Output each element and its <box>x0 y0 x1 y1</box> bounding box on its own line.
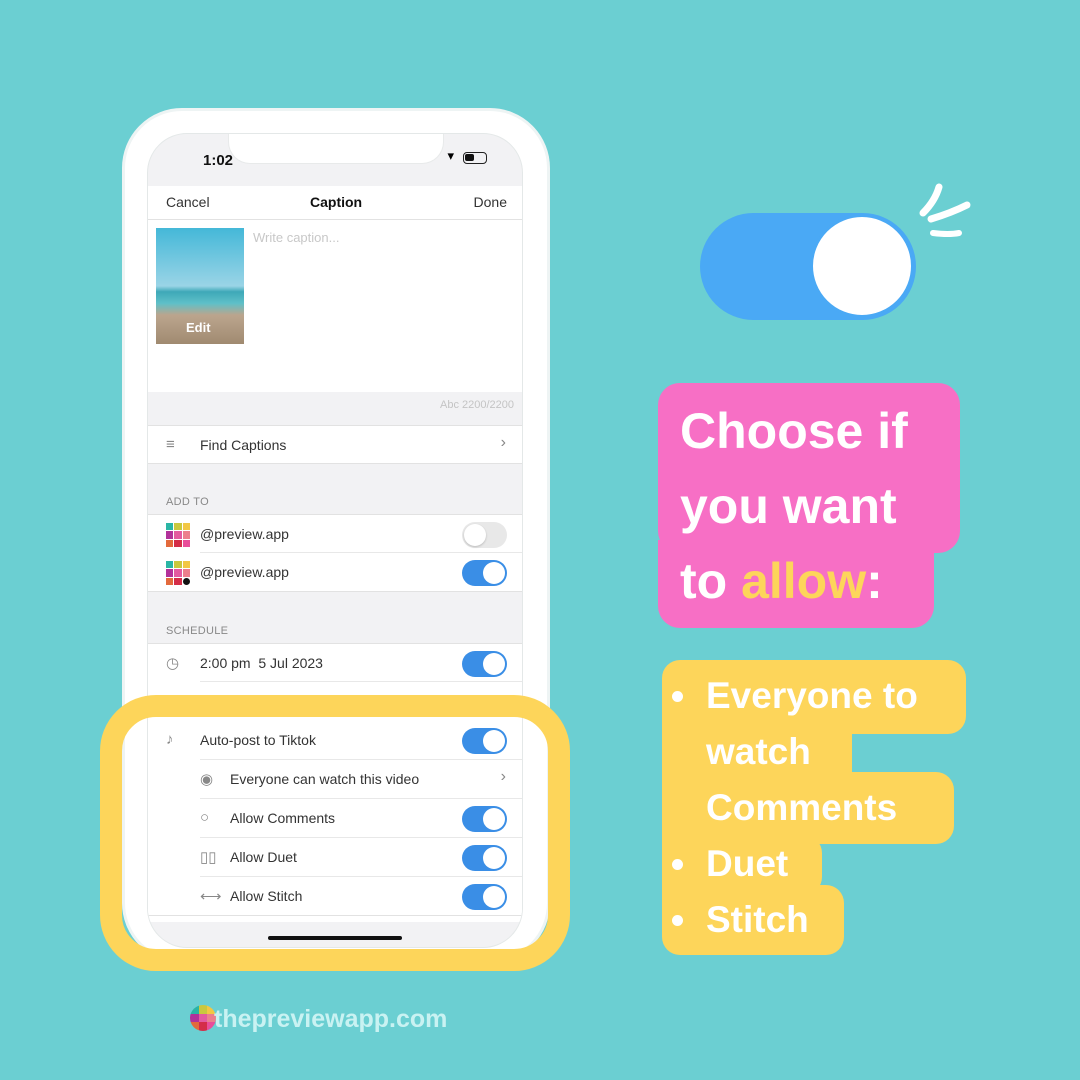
edit-label[interactable]: Edit <box>186 320 211 335</box>
character-count: Abc 2200/2200 <box>439 399 514 411</box>
splash-icon <box>919 183 971 237</box>
tiktok-toggle[interactable] <box>462 560 507 586</box>
bullet <box>672 859 683 870</box>
page-title: Caption <box>310 194 363 210</box>
chevron-right-icon: › <box>500 434 506 451</box>
bullet <box>672 915 683 926</box>
instagram-toggle[interactable] <box>462 522 507 548</box>
headline-line2: you want <box>680 478 897 534</box>
list-item: Everyone to <box>706 675 918 716</box>
status-time: 1:02 <box>203 152 234 169</box>
preview-app-logo-icon <box>166 523 190 547</box>
bullet <box>672 691 683 702</box>
schedule-row: ◷ 2:00 pm 5 Jul 2023 <box>148 643 522 682</box>
account-handle: @preview.app <box>200 526 289 542</box>
add-to-header: ADD TO <box>166 496 209 508</box>
schedule-datetime[interactable]: 2:00 pm 5 Jul 2023 <box>200 655 323 671</box>
account-handle: @preview.app <box>200 564 289 580</box>
find-captions-row[interactable]: ≡ Find Captions › <box>148 425 522 464</box>
preview-app-logo-icon <box>190 1005 216 1031</box>
highlight-frame <box>100 695 570 971</box>
account-row-instagram: @preview.app <box>148 514 522 553</box>
caption-input[interactable]: Write caption... <box>253 230 339 245</box>
list-item: Comments <box>706 787 898 828</box>
highlight-word: allow <box>741 553 867 609</box>
done-button[interactable]: Done <box>474 194 507 210</box>
find-captions-label: Find Captions <box>200 437 287 453</box>
toggle-knob <box>810 214 914 318</box>
cancel-button[interactable]: Cancel <box>166 194 210 210</box>
account-row-tiktok: @preview.app <box>148 553 522 592</box>
caption-area: Edit Write caption... <box>148 220 522 392</box>
battery-icon <box>463 152 487 164</box>
schedule-toggle[interactable] <box>462 651 507 677</box>
list-item: Duet <box>706 843 789 884</box>
lines-icon: ≡ <box>166 436 175 453</box>
footer-logo-text: thepreviewapp.com <box>214 1005 448 1033</box>
wifi-icon: ▾ <box>447 148 454 163</box>
preview-app-logo-icon <box>166 561 190 585</box>
headline-line1: Choose if <box>680 403 908 459</box>
headline-line3: to allow: <box>680 553 883 609</box>
media-thumbnail[interactable]: Edit <box>156 228 244 344</box>
nav-bar: Cancel Caption Done <box>148 186 522 220</box>
list-item: Stitch <box>706 899 809 940</box>
clock-icon: ◷ <box>166 655 180 672</box>
notch <box>228 134 444 164</box>
schedule-header: SCHEDULE <box>166 625 229 637</box>
list-item: watch <box>706 731 811 772</box>
